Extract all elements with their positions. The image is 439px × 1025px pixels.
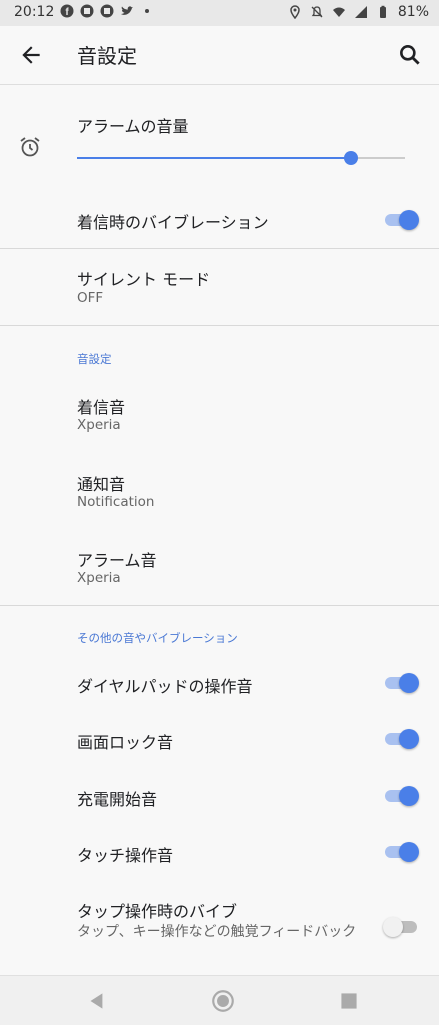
charging-sound-toggle[interactable] xyxy=(383,785,419,807)
toggle-thumb xyxy=(399,673,419,693)
list-item-screen-lock-sound[interactable]: 画面ロック音 xyxy=(0,717,439,767)
list-item-dialpad-tones[interactable]: ダイヤルパッドの操作音 xyxy=(0,661,439,711)
list-item-title: タップ操作時のバイブ xyxy=(77,902,238,921)
alarm-clock-icon xyxy=(20,137,40,157)
touch-vibration-toggle[interactable] xyxy=(383,916,419,938)
alarm-volume-slider[interactable] xyxy=(77,151,405,165)
list-item-title: アラーム音 xyxy=(77,551,157,570)
list-item-alarm-sound[interactable]: アラーム音 Xperia xyxy=(0,533,439,603)
silent-mode-title: サイレント モード xyxy=(77,270,211,289)
section-header-other-sounds: その他の音やバイブレーション xyxy=(77,631,238,645)
app-icon xyxy=(80,4,94,18)
list-item-notification-sound[interactable]: 通知音 Notification xyxy=(0,457,439,527)
toggle-thumb xyxy=(399,210,419,230)
alarm-volume-thumb[interactable] xyxy=(344,151,358,165)
toggle-thumb xyxy=(399,729,419,749)
ring-vibrate-row[interactable]: 着信時のバイブレーション xyxy=(0,195,439,245)
alarm-volume-fill xyxy=(77,157,351,159)
nav-home-icon[interactable] xyxy=(210,988,236,1014)
twitter-icon xyxy=(121,6,133,15)
alarm-volume-label: アラームの音量 xyxy=(77,117,189,136)
list-item-title: 通知音 xyxy=(77,475,126,494)
divider xyxy=(0,248,439,249)
touch-sounds-toggle[interactable] xyxy=(383,841,419,863)
list-item-title: タッチ操作音 xyxy=(77,846,174,865)
page-title: 音設定 xyxy=(77,44,137,68)
app-toolbar: 音設定 xyxy=(0,26,439,85)
silent-mode-row[interactable]: サイレント モード OFF xyxy=(0,252,439,322)
dot-icon xyxy=(145,9,149,13)
list-item-touch-vibration[interactable]: タップ操作時のバイブ タップ、キー操作などの触覚フィードバック xyxy=(0,888,439,968)
divider xyxy=(0,605,439,606)
dialpad-tones-toggle[interactable] xyxy=(383,672,419,694)
divider xyxy=(0,325,439,326)
battery-percent: 81% xyxy=(397,4,429,20)
list-item-charging-sound[interactable]: 充電開始音 xyxy=(0,774,439,824)
navigation-bar xyxy=(0,975,439,1025)
toggle-thumb xyxy=(399,842,419,862)
nav-back-icon[interactable] xyxy=(84,988,110,1014)
ring-vibrate-label: 着信時のバイブレーション xyxy=(77,213,269,232)
notifications-off-icon xyxy=(311,6,323,18)
nav-recents-icon[interactable] xyxy=(336,988,362,1014)
list-item-title: 充電開始音 xyxy=(77,790,158,809)
list-item-ringtone[interactable]: 着信音 Xperia xyxy=(0,380,439,450)
status-right-icons: 81% xyxy=(288,4,429,20)
status-left-icons: f xyxy=(60,4,154,18)
search-icon[interactable] xyxy=(397,42,423,68)
toggle-thumb xyxy=(399,786,419,806)
app-icon xyxy=(100,4,114,18)
section-header-sound: 音設定 xyxy=(77,352,112,366)
list-item-value: Notification xyxy=(77,494,155,510)
list-item-subtitle: タップ、キー操作などの触覚フィードバック xyxy=(77,924,357,940)
silent-mode-value: OFF xyxy=(77,290,104,306)
status-bar: 20:12 f 81% xyxy=(0,0,439,26)
screen-lock-sound-toggle[interactable] xyxy=(383,728,419,750)
wifi-icon xyxy=(332,7,345,17)
ring-vibrate-toggle[interactable] xyxy=(383,209,419,231)
signal-icon xyxy=(354,6,367,18)
status-time: 20:12 xyxy=(14,4,55,20)
list-item-title: 着信音 xyxy=(77,398,126,417)
list-item-touch-sounds[interactable]: タッチ操作音 xyxy=(0,830,439,880)
battery-icon xyxy=(379,5,386,18)
list-item-title: 画面ロック音 xyxy=(77,733,174,752)
list-item-title: ダイヤルパッドの操作音 xyxy=(77,677,253,696)
list-item-value: Xperia xyxy=(77,570,121,586)
list-item-value: Xperia xyxy=(77,417,121,433)
location-icon xyxy=(290,5,300,19)
facebook-icon: f xyxy=(60,4,74,18)
toggle-thumb xyxy=(383,917,403,937)
arrow-back-icon[interactable] xyxy=(18,42,44,68)
